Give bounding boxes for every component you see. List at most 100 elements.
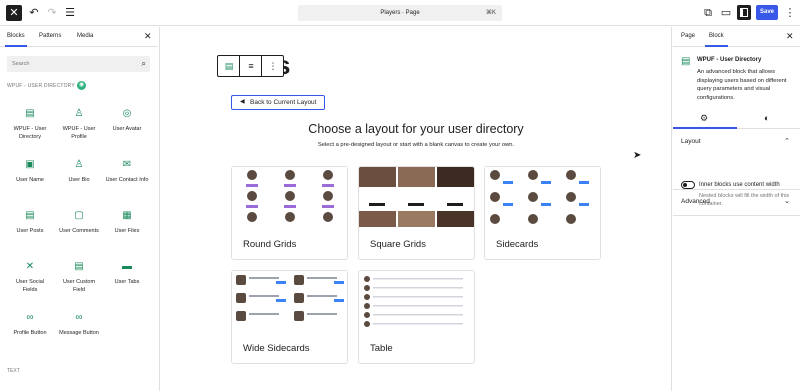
block-item[interactable]: ▤ User Posts: [8, 211, 52, 235]
block-item[interactable]: ◎ User Avatar: [105, 109, 149, 133]
id-card-icon: ▣: [25, 159, 35, 170]
block-label: WPUF - User Directory: [13, 126, 47, 140]
block-item[interactable]: ✉ User Contact Info: [105, 160, 149, 184]
view-page-icon[interactable]: ⧉: [701, 6, 715, 20]
editor-top-bar: ✕ ↶ ↷ ☰ Players · Page ⌘K ⧉ ▭ Save ⋮: [0, 0, 800, 26]
chevron-down-icon[interactable]: ⌄: [784, 197, 790, 205]
layout-subheading: Select a pre-designed layout or start wi…: [317, 142, 515, 148]
round-grids-thumbnail: [232, 167, 347, 227]
tab-page[interactable]: Page: [681, 33, 695, 39]
category-badge: ◉: [77, 81, 86, 90]
share-icon: ✕: [25, 261, 35, 272]
search-icon: ⌕: [141, 59, 146, 68]
command-palette-button[interactable]: Players · Page ⌘K: [298, 5, 502, 21]
block-item[interactable]: ▤ WPUF - User Directory: [8, 109, 52, 141]
block-item[interactable]: ▢ User Comments: [57, 211, 101, 235]
comment-icon: ▢: [74, 210, 84, 221]
layout-card-table[interactable]: Table: [358, 270, 475, 364]
settings-panel-toggle[interactable]: [737, 5, 751, 20]
layout-card-round-grids[interactable]: Round Grids: [231, 166, 348, 260]
person-icon: ♙: [74, 159, 84, 170]
shortcut-hint: ⌘K: [485, 10, 496, 16]
block-item[interactable]: ♙ User Bio: [57, 160, 101, 184]
layout-heading: Choose a layout for your user directory: [308, 122, 524, 136]
layout-section-toggle[interactable]: Layout: [681, 138, 701, 145]
block-item[interactable]: ▤ User Custom Field: [57, 262, 101, 294]
block-label: User Files: [114, 228, 140, 234]
file-icon: ▦: [122, 210, 132, 221]
preview-icon[interactable]: ▭: [719, 6, 733, 20]
chevron-left-icon: ◀: [240, 99, 245, 105]
search-input[interactable]: Search ⌕: [7, 56, 150, 72]
block-item[interactable]: ∞ Profile Button: [8, 313, 52, 337]
layout-card-wide-sidecards[interactable]: Wide Sidecards: [231, 270, 348, 364]
block-label: User Custom Field: [62, 279, 96, 293]
link-icon: ∞: [26, 312, 34, 323]
list-icon: ▤: [681, 56, 691, 67]
back-button-label: Back to Current Layout: [250, 99, 317, 106]
square-grids-thumbnail: [359, 167, 474, 227]
back-to-layout-button[interactable]: ◀ Back to Current Layout: [231, 95, 325, 110]
align-icon[interactable]: ≡: [243, 59, 259, 74]
layout-label: Table: [370, 343, 393, 354]
layout-label: Wide Sidecards: [243, 343, 310, 354]
block-item[interactable]: ▣ User Name: [8, 160, 52, 184]
mouse-cursor-icon: ➤: [633, 150, 642, 161]
advanced-section-toggle[interactable]: Advanced: [681, 198, 710, 205]
layout-card-sidecards[interactable]: Sidecards: [484, 166, 601, 260]
block-item[interactable]: ∞ Message Button: [57, 313, 101, 337]
close-icon[interactable]: ✕: [786, 31, 794, 42]
tabs-icon: ▬: [122, 261, 132, 272]
block-label: User Tabs: [114, 279, 140, 285]
more-options-icon[interactable]: ⋮: [265, 59, 281, 74]
block-settings-tabs: ⚙ ◐: [673, 109, 800, 129]
block-label: User Comments: [59, 228, 99, 234]
undo-icon[interactable]: ↶: [27, 6, 41, 20]
tab-media[interactable]: Media: [77, 33, 93, 39]
close-editor-button[interactable]: ✕: [6, 5, 22, 21]
block-label: User Posts: [16, 228, 44, 234]
inserter-tabs: Blocks Patterns Media ✕: [0, 27, 158, 47]
list-icon: ▤: [25, 108, 35, 119]
block-item[interactable]: ♙ WPUF - User Profile: [57, 109, 101, 141]
redo-icon[interactable]: ↷: [45, 6, 59, 20]
styles-icon[interactable]: ◐: [764, 113, 769, 123]
block-item[interactable]: ✕ User Social Fields: [8, 262, 52, 294]
document-overview-icon[interactable]: ☰: [63, 6, 77, 20]
list-icon: ▤: [74, 261, 84, 272]
layout-card-square-grids[interactable]: Square Grids: [358, 166, 475, 260]
block-label: User Social Fields: [15, 279, 45, 293]
search-placeholder: Search: [12, 61, 30, 67]
layout-label: Square Grids: [370, 239, 426, 250]
block-inserter-panel: Blocks Patterns Media ✕ Search ⌕ WPUF - …: [0, 27, 158, 391]
options-icon[interactable]: ⋮: [783, 6, 797, 20]
save-button[interactable]: Save: [756, 5, 778, 20]
toggle-label: Inner blocks use content width: [699, 182, 780, 188]
list-icon: ▤: [25, 210, 35, 221]
block-label: WPUF - User Profile: [62, 126, 96, 140]
block-item[interactable]: ▬ User Tabs: [105, 262, 149, 286]
content-width-toggle[interactable]: [681, 181, 695, 189]
block-label: User Name: [16, 177, 44, 183]
toggle-help: Nested blocks will fill the width of thi…: [699, 193, 790, 207]
wide-sidecards-thumbnail: [232, 271, 347, 331]
layout-label: Round Grids: [243, 239, 297, 250]
block-type-icon[interactable]: ▤: [221, 59, 237, 74]
tab-blocks[interactable]: Blocks: [5, 33, 27, 47]
tab-block[interactable]: Block: [705, 33, 728, 47]
gear-icon[interactable]: ⚙: [700, 113, 708, 124]
chevron-up-icon[interactable]: ⌃: [784, 137, 790, 145]
category-heading: WPUF - USER DIRECTORY: [7, 83, 75, 89]
block-label: User Avatar: [112, 126, 142, 132]
envelope-icon: ✉: [122, 159, 132, 170]
block-label: User Bio: [68, 177, 90, 183]
block-label: Message Button: [59, 330, 99, 336]
block-item[interactable]: ▦ User Files: [105, 211, 149, 235]
sidecards-thumbnail: [485, 167, 600, 227]
table-thumbnail: [359, 271, 474, 331]
tab-patterns[interactable]: Patterns: [39, 33, 61, 39]
avatar-icon: ◎: [122, 108, 132, 119]
person-icon: ♙: [74, 108, 84, 119]
settings-sidebar: Page Block ✕ ▤ WPUF - User Directory An …: [673, 27, 800, 391]
close-icon[interactable]: ✕: [144, 31, 152, 42]
